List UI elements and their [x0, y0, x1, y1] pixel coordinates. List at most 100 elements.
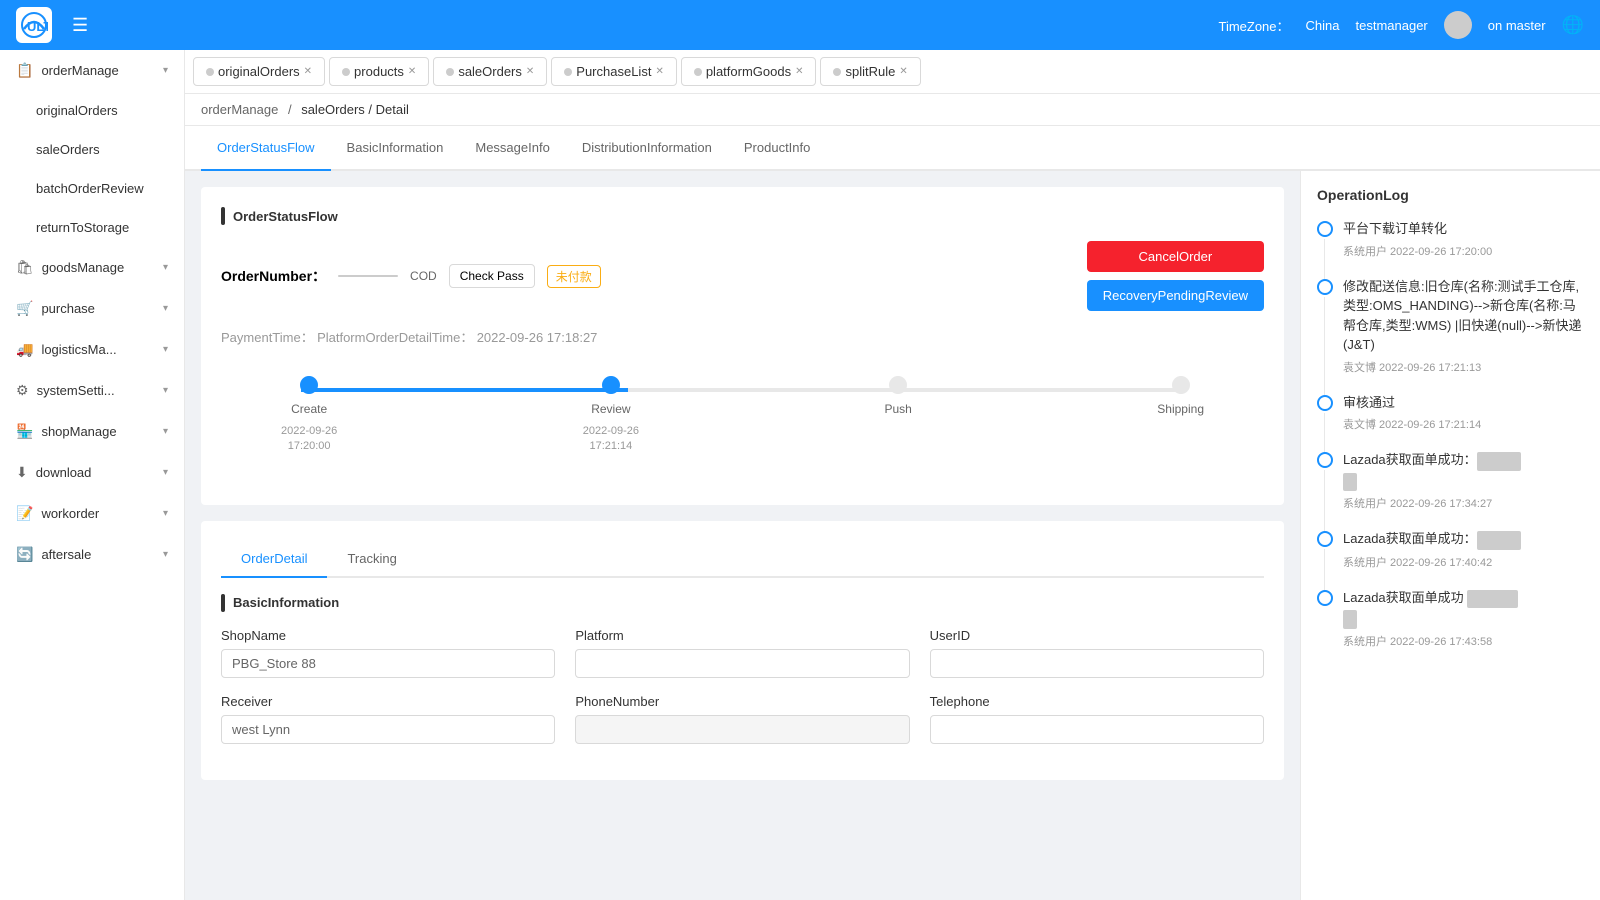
- step-dot-push: [889, 376, 907, 394]
- sidebar-item-shopManage[interactable]: 🏪 shopManage ▾: [0, 411, 184, 452]
- tab-dot-products: [342, 68, 350, 76]
- sidebar-label-originalOrders: originalOrders: [36, 103, 118, 118]
- input-receiver[interactable]: [221, 715, 555, 744]
- op-log-item-6: Lazada获取面单成功 系统用户 2022-09-26 17:43:58: [1317, 588, 1584, 649]
- cancel-order-button[interactable]: CancelOrder: [1087, 241, 1264, 272]
- tab-saleOrders[interactable]: saleOrders ✕: [433, 57, 547, 86]
- tab-tracking[interactable]: Tracking: [327, 541, 416, 578]
- sidebar-label-purchase: purchase: [41, 301, 94, 316]
- sidebar-item-logisticsMa[interactable]: 🚚 logisticsMa... ▾: [0, 329, 184, 370]
- sidebar-label-download: download: [36, 465, 92, 480]
- chevron-icon-download: ▾: [163, 467, 168, 478]
- tab-dot-splitRule: [833, 68, 841, 76]
- tab-splitRule[interactable]: splitRule ✕: [820, 57, 920, 86]
- content-area: originalOrders ✕ products ✕ saleOrders ✕…: [185, 50, 1600, 900]
- op-log-meta-4: 系统用户 2022-09-26 17:34:27: [1343, 495, 1584, 511]
- shop-manage-icon: 🏪: [16, 423, 33, 440]
- page-tab-messageInfo[interactable]: MessageInfo: [459, 126, 565, 171]
- input-shopname[interactable]: [221, 649, 555, 678]
- close-icon-platformGoods[interactable]: ✕: [795, 66, 803, 77]
- sidebar-item-workorder[interactable]: 📝 workorder ▾: [0, 493, 184, 534]
- tab-orderDetail[interactable]: OrderDetail: [221, 541, 327, 578]
- payment-time-row: PaymentTime： PlatformOrderDetailTime： 20…: [221, 327, 1264, 346]
- page-tab-basicInformation[interactable]: BasicInformation: [331, 126, 460, 171]
- settings-icon: ⚙: [16, 382, 29, 399]
- check-pass-button[interactable]: Check Pass: [449, 264, 535, 288]
- hamburger-icon[interactable]: ☰: [72, 15, 88, 36]
- tab-label-purchaseList: PurchaseList: [576, 64, 651, 79]
- chevron-down-icon: ▾: [163, 65, 168, 76]
- op-log-content-6: Lazada获取面单成功 系统用户 2022-09-26 17:43:58: [1343, 588, 1584, 649]
- op-log-text-3: 审核通过: [1343, 393, 1584, 413]
- order-manage-icon: 📋: [16, 62, 33, 79]
- sidebar-item-purchase[interactable]: 🛒 purchase ▾: [0, 288, 184, 329]
- tab-label-originalOrders: originalOrders: [218, 64, 300, 79]
- label-platform: Platform: [575, 628, 909, 643]
- branch-label: on master: [1488, 18, 1546, 33]
- chevron-icon-shop: ▾: [163, 426, 168, 437]
- timezone-value[interactable]: China: [1306, 18, 1340, 33]
- input-userid[interactable]: [930, 649, 1264, 678]
- order-suffix: COD: [410, 269, 437, 283]
- tab-purchaseList[interactable]: PurchaseList ✕: [551, 57, 677, 86]
- sidebar-item-aftersale[interactable]: 🔄 aftersale ▾: [0, 534, 184, 575]
- op-dot-1: [1317, 221, 1333, 237]
- tab-label-products: products: [354, 64, 404, 79]
- form-group-phonenumber: PhoneNumber: [575, 694, 909, 744]
- bottom-tabs: OrderDetail Tracking: [221, 541, 1264, 578]
- close-icon-originalOrders[interactable]: ✕: [304, 66, 312, 77]
- step-create: Create 2022-09-2617:20:00: [281, 376, 337, 455]
- chevron-icon-goods: ▾: [163, 262, 168, 273]
- tab-dot-saleOrders: [446, 68, 454, 76]
- input-phonenumber[interactable]: [575, 715, 909, 744]
- input-platform[interactable]: [575, 649, 909, 678]
- progress-steps: Create 2022-09-2617:20:00 Review 2022-09…: [281, 376, 1204, 455]
- sidebar-item-returnToStorage[interactable]: returnToStorage: [0, 208, 184, 247]
- page-tab-label-productInfo: ProductInfo: [744, 140, 811, 155]
- logo-icon: ULTRA: [16, 7, 52, 43]
- sidebar-item-systemSetti[interactable]: ⚙ systemSetti... ▾: [0, 370, 184, 411]
- close-icon-purchaseList[interactable]: ✕: [655, 66, 663, 77]
- breadcrumb-current: saleOrders / Detail: [301, 102, 409, 117]
- recovery-pending-review-button[interactable]: RecoveryPendingReview: [1087, 280, 1264, 311]
- avatar: [1444, 11, 1472, 39]
- chevron-icon-purchase: ▾: [163, 303, 168, 314]
- op-log-meta-6: 系统用户 2022-09-26 17:43:58: [1343, 633, 1584, 649]
- page-tab-distributionInfo[interactable]: DistributionInformation: [566, 126, 728, 171]
- close-icon-products[interactable]: ✕: [408, 66, 416, 77]
- close-icon-saleOrders[interactable]: ✕: [526, 66, 534, 77]
- platform-order-detail-label: PlatformOrderDetailTime：: [317, 330, 473, 345]
- order-number-value: [338, 275, 398, 277]
- order-number-label: OrderNumber：: [221, 266, 326, 286]
- close-icon-splitRule[interactable]: ✕: [899, 66, 907, 77]
- op-dot-4: [1317, 452, 1333, 468]
- chevron-icon-logistics: ▾: [163, 344, 168, 355]
- tab-platformGoods[interactable]: platformGoods ✕: [681, 57, 817, 86]
- main-layout: 📋 orderManage ▾ originalOrders saleOrder…: [0, 50, 1600, 900]
- tab-products[interactable]: products ✕: [329, 57, 429, 86]
- breadcrumb-orderManage[interactable]: orderManage: [201, 102, 278, 117]
- sidebar-item-goodsManage[interactable]: 🛍 goodsManage ▾: [0, 247, 184, 288]
- timezone-label: TimeZone：: [1218, 16, 1289, 35]
- sidebar-item-batchOrderReview[interactable]: batchOrderReview: [0, 169, 184, 208]
- op-log-content-5: Lazada获取面单成功： 系统用户 2022-09-26 17:40:42: [1343, 529, 1584, 570]
- input-telephone[interactable]: [930, 715, 1264, 744]
- bottom-section-card: OrderDetail Tracking BasicInformation Sh…: [201, 521, 1284, 780]
- tab-dot-purchaseList: [564, 68, 572, 76]
- page-tab-productInfo[interactable]: ProductInfo: [728, 126, 827, 171]
- sidebar-item-saleOrders[interactable]: saleOrders: [0, 130, 184, 169]
- sidebar-item-download[interactable]: ⬇ download ▾: [0, 452, 184, 493]
- label-phonenumber: PhoneNumber: [575, 694, 909, 709]
- op-log-meta-3: 袁文博 2022-09-26 17:21:14: [1343, 416, 1584, 432]
- order-status-flow-card: OrderStatusFlow OrderNumber： COD Check P…: [201, 187, 1284, 505]
- sidebar-item-orderManage[interactable]: 📋 orderManage ▾: [0, 50, 184, 91]
- op-log-item-5: Lazada获取面单成功： 系统用户 2022-09-26 17:40:42: [1317, 529, 1584, 570]
- label-receiver: Receiver: [221, 694, 555, 709]
- sidebar-item-originalOrders[interactable]: originalOrders: [0, 91, 184, 130]
- globe-icon[interactable]: 🌐: [1562, 15, 1584, 36]
- page-tab-orderStatusFlow[interactable]: OrderStatusFlow: [201, 126, 331, 171]
- tab-originalOrders[interactable]: originalOrders ✕: [193, 57, 325, 86]
- download-icon: ⬇: [16, 464, 28, 481]
- svg-text:ULTRA: ULTRA: [27, 19, 48, 34]
- right-panel: OperationLog 平台下载订单转化 系统用户 2022-09-26 17…: [1300, 171, 1600, 900]
